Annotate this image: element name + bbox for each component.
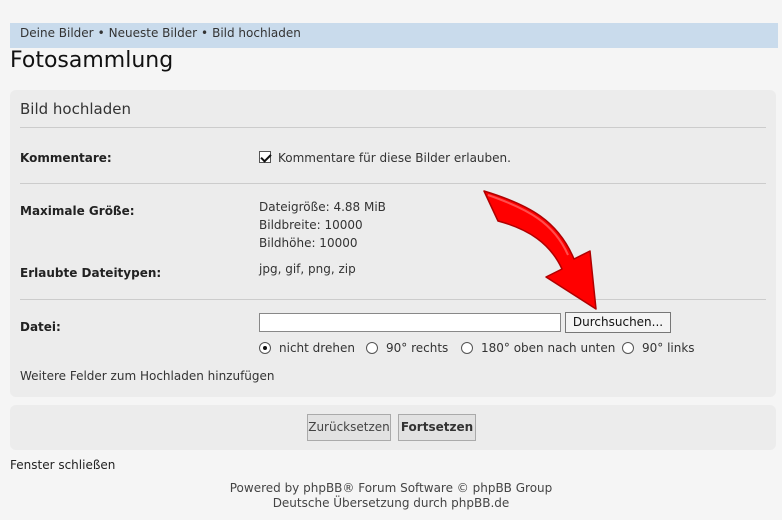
browse-button[interactable]: Durchsuchen... [565,312,671,333]
max-filesize-value: Dateigröße: 4.88 MiB [259,200,386,214]
breadcrumb-neueste-bilder[interactable]: Neueste Bilder [109,26,197,40]
panel-title: Bild hochladen [20,100,131,118]
rotate-right-radio[interactable] [366,342,378,354]
breadcrumb-bild-hochladen[interactable]: Bild hochladen [212,26,301,40]
breadcrumb-separator: • [97,26,105,40]
rotate-left-radio[interactable] [622,342,634,354]
allowed-types-label: Erlaubte Dateitypen: [20,266,162,280]
close-window-link[interactable]: Fenster schließen [10,458,115,472]
rotate-none-radio[interactable] [259,342,271,354]
upload-panel: Bild hochladen Kommentare: Kommentare fü… [10,90,776,397]
rotate-left-label[interactable]: 90° links [642,341,695,355]
footer-powered-by: Powered by phpBB® Forum Software © phpBB… [229,481,553,495]
submit-button[interactable]: Fortsetzen [398,414,476,441]
comments-checkbox[interactable] [259,151,271,163]
rotate-180-label[interactable]: 180° oben nach unten [481,341,615,355]
file-label: Datei: [20,320,61,334]
max-height-value: Bildhöhe: 10000 [259,236,358,250]
add-upload-fields-link[interactable]: Weitere Felder zum Hochladen hinzufügen [20,369,275,383]
divider [20,299,766,300]
breadcrumb-deine-bilder[interactable]: Deine Bilder [20,26,94,40]
rotate-right-label[interactable]: 90° rechts [386,341,448,355]
file-path-input[interactable] [259,313,561,332]
comments-label: Kommentare: [20,151,112,165]
allowed-types-value: jpg, gif, png, zip [259,262,356,276]
footer-translation: Deutsche Übersetzung durch phpBB.de [272,496,510,510]
button-bar: Zurücksetzen Fortsetzen [10,405,776,450]
rotate-none-label[interactable]: nicht drehen [279,341,355,355]
breadcrumb-separator: • [201,26,209,40]
footer: Powered by phpBB® Forum Software © phpBB… [0,481,782,511]
reset-button[interactable]: Zurücksetzen [307,414,391,441]
divider [20,183,766,184]
breadcrumb: Deine Bilder • Neueste Bilder • Bild hochlad… [10,23,778,48]
divider [20,127,766,128]
rotate-180-radio[interactable] [461,342,473,354]
max-width-value: Bildbreite: 10000 [259,218,363,232]
comments-checkbox-label[interactable]: Kommentare für diese Bilder erlauben. [278,151,511,165]
page-title: Fotosammlung [10,48,174,73]
max-size-label: Maximale Größe: [20,204,135,218]
red-curved-arrow-icon [483,190,597,310]
